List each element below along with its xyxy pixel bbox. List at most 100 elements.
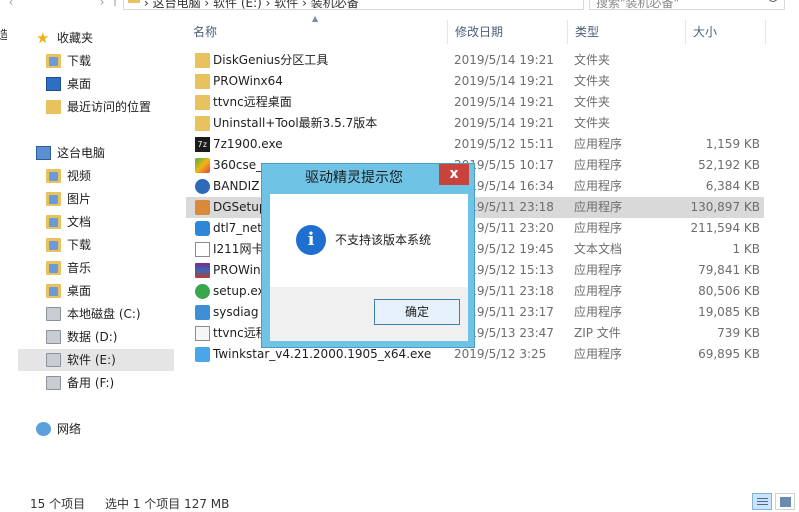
file-row[interactable]: Uninstall+Tool最新3.5.7版本 2019/5/14 19:21 文件… xyxy=(186,113,764,134)
file-name: PROWin xyxy=(213,263,261,277)
file-date: 2019/5/14 19:21 xyxy=(454,74,554,88)
file-name: ttvnc远程桌面 xyxy=(213,95,292,109)
file-size: 19,085 KB xyxy=(698,305,760,319)
network-icon xyxy=(36,422,51,436)
nav-item-label: 下载 xyxy=(67,238,92,252)
breadcrumb: › 这台电脑 › 软件 (E:) › 软件 › 装机必备 xyxy=(144,0,359,10)
file-name: 7z1900.exe xyxy=(213,137,283,151)
nav-item-label: 本地磁盘 (C:) xyxy=(67,307,141,321)
nav-recent[interactable]: 最近访问的位置 xyxy=(18,96,174,118)
nav-downloads-2[interactable]: 下载 xyxy=(18,234,174,256)
file-size: 69,895 KB xyxy=(698,347,760,361)
file-row[interactable]: 7z 7z1900.exe 2019/5/12 15:11 应用程序 1,159 KB xyxy=(186,134,764,155)
twinkstar-icon xyxy=(195,347,210,362)
details-view-button[interactable] xyxy=(752,493,772,510)
nav-item-label: 网络 xyxy=(57,422,82,436)
file-name: DiskGenius分区工具 xyxy=(213,53,329,67)
up-arrow-icon[interactable]: ↑ xyxy=(108,0,122,10)
file-size: 80,506 KB xyxy=(698,284,760,298)
drive-icon xyxy=(46,353,61,367)
selection-info: 选中 1 个项目 127 MB xyxy=(105,497,230,511)
nav-drive-e[interactable]: 软件 (E:) xyxy=(18,349,174,371)
file-type: 文件夹 xyxy=(574,74,611,88)
nav-favorites[interactable]: ★ 收藏夹 xyxy=(18,27,174,49)
column-name[interactable]: 名称 xyxy=(186,20,448,44)
video-folder-icon xyxy=(46,169,61,183)
nav-drive-c[interactable]: 本地磁盘 (C:) xyxy=(18,303,174,325)
download-folder-icon xyxy=(46,238,61,252)
alert-dialog: 驱动精灵提示您 x i 不支持该版本系统 确定 xyxy=(261,163,475,348)
file-name: DGSetup xyxy=(213,200,267,214)
file-date: 2019/5/14 19:21 xyxy=(454,116,554,130)
file-size: 79,841 KB xyxy=(698,263,760,277)
file-name: dtl7_net xyxy=(213,221,262,235)
download-folder-icon xyxy=(46,54,61,68)
file-type: 应用程序 xyxy=(574,284,623,298)
top-toolbar: ‹ › ↑ › 这台电脑 › 软件 (E:) › 软件 › 装机必备 搜索"装机… xyxy=(0,0,799,14)
search-placeholder: 搜索"装机必备" xyxy=(596,0,680,10)
search-icon[interactable] xyxy=(768,0,778,2)
file-type: 文件夹 xyxy=(574,95,611,109)
nav-desktop[interactable]: 桌面 xyxy=(18,73,174,95)
file-size: 52,192 KB xyxy=(698,158,760,172)
file-type: 应用程序 xyxy=(574,347,623,361)
large-icons-view-button[interactable] xyxy=(775,493,795,510)
nav-item-label: 文档 xyxy=(67,215,92,229)
file-row[interactable]: DiskGenius分区工具 2019/5/14 19:21 文件夹 xyxy=(186,50,764,71)
info-icon: i xyxy=(296,225,326,255)
file-row[interactable]: ttvnc远程桌面 2019/5/14 19:21 文件夹 xyxy=(186,92,764,113)
dialog-footer: 确定 xyxy=(270,287,468,341)
file-type: ZIP 文件 xyxy=(574,326,621,340)
column-type[interactable]: 类型 xyxy=(568,20,686,44)
nav-desktop-2[interactable]: 桌面 xyxy=(18,280,174,302)
setup-icon xyxy=(195,284,210,299)
column-date[interactable]: 修改日期 xyxy=(448,20,568,44)
file-name: BANDIZ xyxy=(213,179,260,193)
nav-item-label: 下载 xyxy=(67,54,92,68)
nav-this-pc[interactable]: 这台电脑 xyxy=(18,142,174,164)
file-name: Uninstall+Tool最新3.5.7版本 xyxy=(213,116,378,130)
column-size[interactable]: 大小 xyxy=(686,20,766,44)
file-name: setup.ex xyxy=(213,284,265,298)
7zip-icon: 7z xyxy=(195,137,210,152)
nav-music[interactable]: 音乐 xyxy=(18,257,174,279)
recent-places-icon xyxy=(46,100,61,114)
close-button[interactable]: x xyxy=(439,164,469,185)
nav-drive-f[interactable]: 备用 (F:) xyxy=(18,372,174,394)
folder-icon xyxy=(195,95,210,110)
documents-folder-icon xyxy=(46,215,61,229)
driver-app-icon xyxy=(195,221,210,236)
back-arrow-icon[interactable]: ‹ xyxy=(4,0,18,10)
address-bar[interactable]: › 这台电脑 › 软件 (E:) › 软件 › 装机必备 xyxy=(123,0,584,10)
search-box[interactable]: 搜索"装机必备" xyxy=(589,0,785,10)
recent-locations-icon[interactable]: › xyxy=(95,0,109,10)
pictures-folder-icon xyxy=(46,192,61,206)
folder-icon xyxy=(195,53,210,68)
nav-videos[interactable]: 视频 xyxy=(18,165,174,187)
nav-pictures[interactable]: 图片 xyxy=(18,188,174,210)
file-name: ttvnc远程 xyxy=(213,326,268,340)
music-folder-icon xyxy=(46,261,61,275)
file-type: 应用程序 xyxy=(574,221,623,235)
file-size: 6,384 KB xyxy=(705,179,760,193)
file-name: 360cse_ xyxy=(213,158,263,172)
nav-item-label: 备用 (F:) xyxy=(67,376,115,390)
file-type: 应用程序 xyxy=(574,305,623,319)
nav-network[interactable]: 网络 xyxy=(18,418,174,440)
file-date: 2019/5/14 19:21 xyxy=(454,53,554,67)
file-type: 应用程序 xyxy=(574,179,623,193)
file-row[interactable]: PROWinx64 2019/5/14 19:21 文件夹 xyxy=(186,71,764,92)
nav-downloads[interactable]: 下载 xyxy=(18,50,174,72)
ok-button[interactable]: 确定 xyxy=(374,299,460,325)
nav-item-label: 最近访问的位置 xyxy=(67,100,152,114)
nav-drive-d[interactable]: 数据 (D:) xyxy=(18,326,174,348)
large-icons-view-icon xyxy=(780,497,791,507)
column-header-row: 名称 修改日期 类型 大小 xyxy=(186,20,766,44)
window-edge-text: 造 xyxy=(0,28,7,42)
file-type: 文件夹 xyxy=(574,53,611,67)
nav-documents[interactable]: 文档 xyxy=(18,211,174,233)
zip-file-icon xyxy=(195,326,210,341)
file-name: I211网卡 xyxy=(213,242,264,256)
file-size: 1,159 KB xyxy=(705,137,760,151)
nav-item-label: 视频 xyxy=(67,169,92,183)
